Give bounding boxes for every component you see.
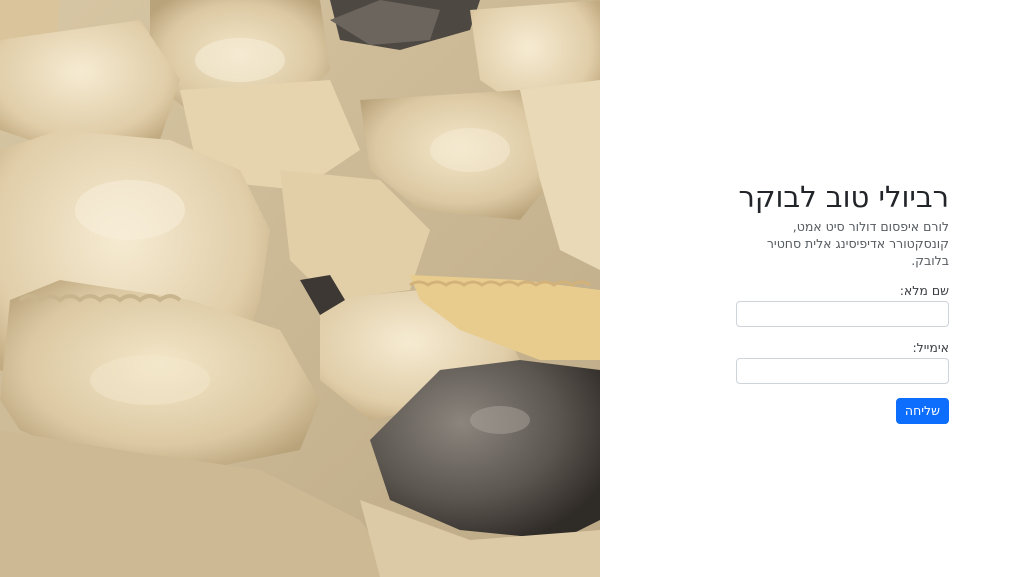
signup-form: רביולי טוב לבוקר לורם איפסום דולור סיט א… — [736, 178, 949, 424]
name-field-group: שם מלא: — [736, 283, 949, 327]
page-subtitle: לורם איפסום דולור סיט אמט, קונסקטורר אדי… — [766, 219, 949, 268]
page-title: רביולי טוב לבוקר — [738, 180, 950, 214]
ravioli-photo — [0, 0, 600, 577]
ravioli-photo-illustration — [0, 0, 600, 577]
email-label: אימייל: — [912, 340, 949, 355]
form-panel: רביולי טוב לבוקר לורם איפסום דולור סיט א… — [600, 0, 1024, 577]
email-field-group: אימייל: — [736, 340, 949, 384]
name-input[interactable] — [736, 301, 949, 327]
email-input[interactable] — [736, 358, 949, 384]
submit-button[interactable]: שליחה — [895, 398, 949, 424]
name-label: שם מלא: — [899, 283, 949, 298]
